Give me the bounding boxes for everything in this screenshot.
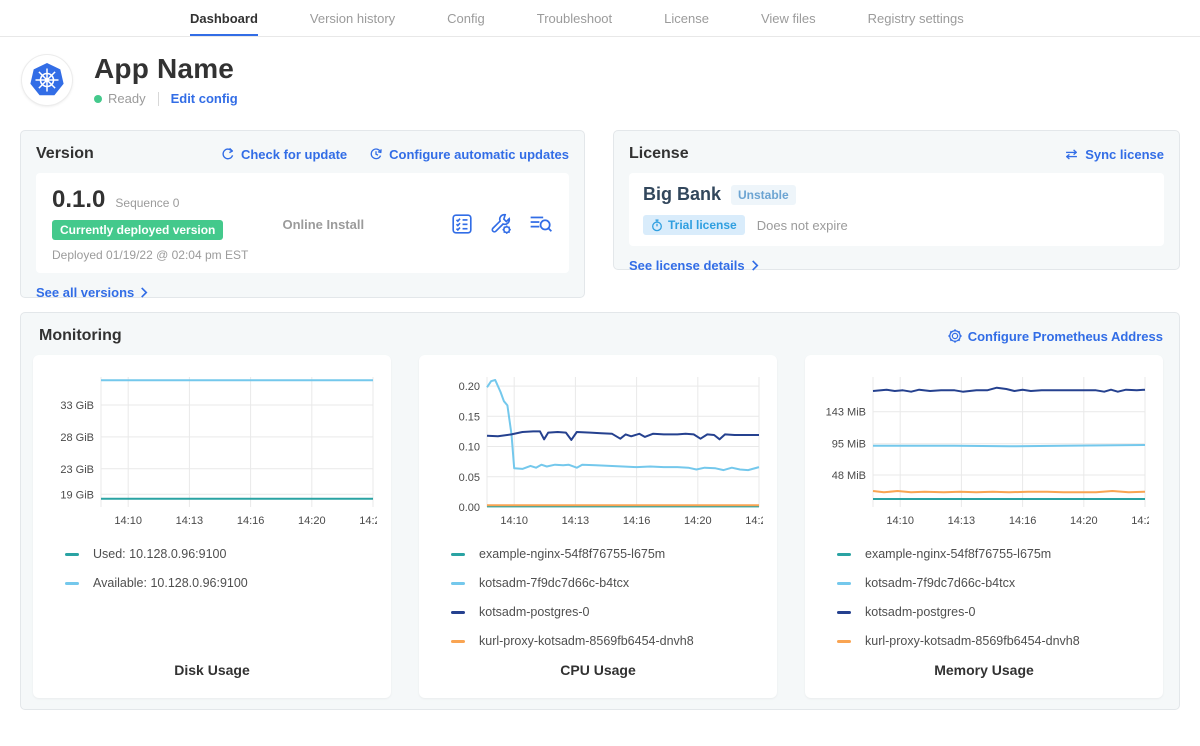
license-card: License Sync license Big Bank Unstable [613,130,1180,270]
chevron-right-icon [140,287,148,298]
legend-item: example-nginx-54f8f76755-l675m [451,547,763,561]
stopwatch-icon [651,219,663,232]
view-logs-icon[interactable] [529,213,553,235]
chart-title: Memory Usage [819,662,1149,682]
app-logo [22,55,72,105]
legend-item: kotsadm-postgres-0 [451,605,763,619]
svg-text:14:23: 14:23 [745,515,763,527]
gear-icon [948,329,962,343]
cpu-usage-chart: 14:10 14:13 14:16 14:20 14:23 0.20 0.15 0.10 0.0… [433,367,763,533]
svg-text:0.05: 0.05 [459,472,480,484]
memory-usage-chart: 14:10 14:13 14:16 14:20 14:23 143 MiB 95 MiB 48… [819,367,1149,533]
svg-text:14:16: 14:16 [623,515,651,527]
see-license-details-link[interactable]: See license details [629,258,759,273]
svg-text:95 MiB: 95 MiB [832,439,866,451]
install-type: Online Install [282,217,451,232]
svg-text:33 GiB: 33 GiB [60,400,94,412]
tab-troubleshoot[interactable]: Troubleshoot [537,0,612,36]
version-card-title: Version [36,145,94,163]
svg-text:14:20: 14:20 [684,515,712,527]
monitoring-title: Monitoring [39,327,122,345]
svg-text:48 MiB: 48 MiB [832,470,866,482]
tab-view-files[interactable]: View files [761,0,816,36]
configure-prometheus-link[interactable]: Configure Prometheus Address [948,329,1163,344]
memory-usage-panel: 14:10 14:13 14:16 14:20 14:23 143 MiB 95 MiB 48… [805,355,1163,698]
version-sequence: Sequence 0 [115,196,179,210]
svg-text:19 GiB: 19 GiB [60,489,94,501]
check-for-update-link[interactable]: Check for update [221,147,347,162]
preflight-checklist-icon[interactable] [451,213,473,235]
kubernetes-icon [27,60,67,100]
svg-text:28 GiB: 28 GiB [60,432,94,444]
customer-name: Big Bank [643,184,721,205]
legend-item: kotsadm-7f9dc7d66c-b4tcx [837,576,1149,590]
page-title: App Name [94,53,238,85]
tab-dashboard[interactable]: Dashboard [190,0,258,36]
trial-license-badge: Trial license [643,215,745,235]
svg-text:14:16: 14:16 [237,515,265,527]
license-panel: Big Bank Unstable Trial license Does not… [629,173,1164,246]
svg-text:14:20: 14:20 [298,515,326,527]
legend-item: Available: 10.128.0.96:9100 [65,576,377,590]
svg-text:14:20: 14:20 [1070,515,1098,527]
svg-text:0.00: 0.00 [459,502,480,514]
deployed-badge: Currently deployed version [52,220,223,240]
svg-text:143 MiB: 143 MiB [826,407,866,419]
svg-text:14:13: 14:13 [562,515,590,527]
svg-text:14:16: 14:16 [1009,515,1037,527]
edit-config-link[interactable]: Edit config [171,91,238,106]
wrench-gear-icon[interactable] [489,212,513,236]
tab-registry-settings[interactable]: Registry settings [868,0,964,36]
svg-text:14:10: 14:10 [500,515,528,527]
expiry-text: Does not expire [757,218,848,233]
tab-license[interactable]: License [664,0,709,36]
sync-license-link[interactable]: Sync license [1064,147,1164,162]
svg-text:0.20: 0.20 [459,381,480,393]
svg-text:14:13: 14:13 [948,515,976,527]
cards-row: Version Check for update [0,116,1200,298]
legend-item: kotsadm-7f9dc7d66c-b4tcx [451,576,763,590]
svg-text:14:13: 14:13 [176,515,204,527]
legend-item: Used: 10.128.0.96:9100 [65,547,377,561]
license-card-title: License [629,145,689,163]
sync-arrows-icon [1064,148,1079,161]
svg-text:23 GiB: 23 GiB [60,464,94,476]
svg-text:14:23: 14:23 [359,515,377,527]
chevron-right-icon [751,260,759,271]
chart-title: CPU Usage [433,662,763,682]
tab-config[interactable]: Config [447,0,485,36]
channel-badge: Unstable [731,185,796,205]
chart-title: Disk Usage [47,662,377,682]
deployed-timestamp: Deployed 01/19/22 @ 02:04 pm EST [52,248,282,262]
app-header: App Name Ready Edit config [0,37,1200,116]
legend-item: kurl-proxy-kotsadm-8569fb6454-dnvh8 [837,634,1149,648]
svg-text:14:10: 14:10 [886,515,914,527]
see-all-versions-link[interactable]: See all versions [36,285,148,300]
version-card: Version Check for update [20,130,585,298]
disk-usage-panel: 14:10 14:13 14:16 14:20 14:23 33 GiB 28 GiB 23 … [33,355,391,698]
clock-refresh-icon [369,147,383,161]
current-version-panel: 0.1.0 Sequence 0 Currently deployed vers… [36,173,569,273]
svg-text:14:10: 14:10 [114,515,142,527]
legend-item: kurl-proxy-kotsadm-8569fb6454-dnvh8 [451,634,763,648]
svg-text:0.10: 0.10 [459,442,480,454]
divider [158,92,159,106]
status-dot [94,95,102,103]
top-nav: Dashboard Version history Config Trouble… [0,0,1200,37]
refresh-icon [221,147,235,161]
svg-text:0.15: 0.15 [459,411,480,423]
monitoring-card: Monitoring Configure Prometheus Address [20,312,1180,710]
legend-item: example-nginx-54f8f76755-l675m [837,547,1149,561]
tab-version-history[interactable]: Version history [310,0,395,36]
status-text: Ready [108,91,146,106]
svg-text:14:23: 14:23 [1131,515,1149,527]
configure-automatic-updates-link[interactable]: Configure automatic updates [369,147,569,162]
cpu-usage-panel: 14:10 14:13 14:16 14:20 14:23 0.20 0.15 0.10 0.0… [419,355,777,698]
version-number: 0.1.0 [52,186,105,214]
disk-usage-chart: 14:10 14:13 14:16 14:20 14:23 33 GiB 28 GiB 23 … [47,367,377,533]
legend-item: kotsadm-postgres-0 [837,605,1149,619]
